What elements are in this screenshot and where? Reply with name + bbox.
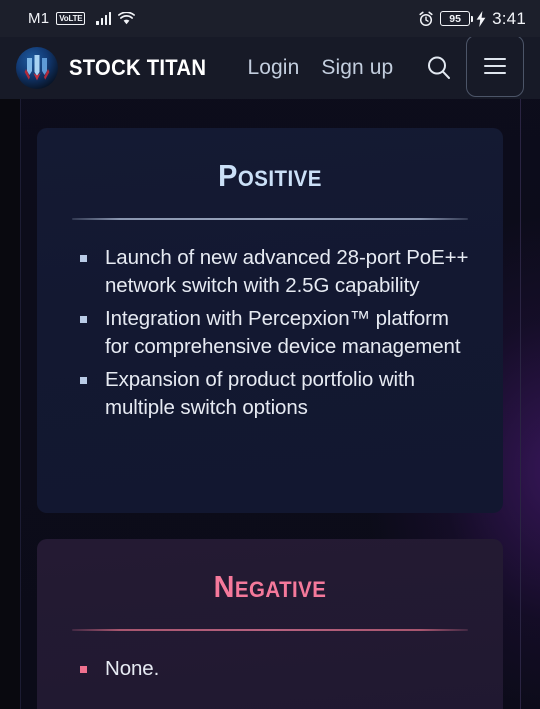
signup-link[interactable]: Sign up — [321, 56, 393, 80]
brand-link[interactable]: STOCK TITAN — [16, 47, 221, 89]
positive-card-title: Positive — [218, 158, 322, 193]
status-bar-right: 95 3:41 — [418, 9, 526, 29]
negative-bullet-list: None. — [80, 655, 473, 684]
positive-card: Positive Launch of new advanced 28-port … — [37, 128, 503, 513]
charging-bolt-icon — [476, 10, 486, 27]
list-item: Launch of new advanced 28-port PoE++ net… — [80, 244, 473, 301]
login-link[interactable]: Login — [247, 56, 299, 80]
positive-bullet-list: Launch of new advanced 28-port PoE++ net… — [80, 244, 473, 423]
main-content: Positive Launch of new advanced 28-port … — [0, 99, 540, 709]
status-bar-left: M1 VoLTE — [28, 10, 136, 27]
list-item: None. — [80, 655, 473, 684]
negative-card: Negative None. — [37, 539, 503, 709]
list-item: Expansion of product portfolio with mult… — [80, 366, 473, 423]
alarm-icon — [418, 11, 434, 27]
site-header: STOCK TITAN Login Sign up — [0, 35, 540, 99]
signal-bars-icon — [96, 12, 112, 25]
hamburger-menu-icon[interactable] — [466, 35, 524, 97]
brand-name: STOCK TITAN — [69, 55, 207, 80]
list-item: Integration with Percepxion™ platform fo… — [80, 305, 473, 362]
status-bar: M1 VoLTE 95 3:41 — [0, 0, 540, 37]
header-actions — [422, 35, 528, 97]
battery-percent-label: 95 — [449, 12, 461, 25]
volte-badge: VoLTE — [56, 11, 86, 26]
negative-card-title: Negative — [213, 569, 327, 604]
stock-titan-logo — [16, 47, 58, 89]
clock-label: 3:41 — [492, 8, 526, 28]
search-icon[interactable] — [422, 51, 456, 85]
wifi-icon — [118, 12, 136, 25]
positive-card-divider — [72, 218, 468, 220]
battery-icon: 95 — [440, 11, 474, 26]
negative-card-divider — [72, 629, 468, 631]
carrier-label: M1 — [28, 10, 50, 27]
header-nav: Login Sign up — [247, 56, 393, 80]
phone-screen: M1 VoLTE 95 3:41 STOCK TITAN Login Sign … — [0, 0, 540, 709]
